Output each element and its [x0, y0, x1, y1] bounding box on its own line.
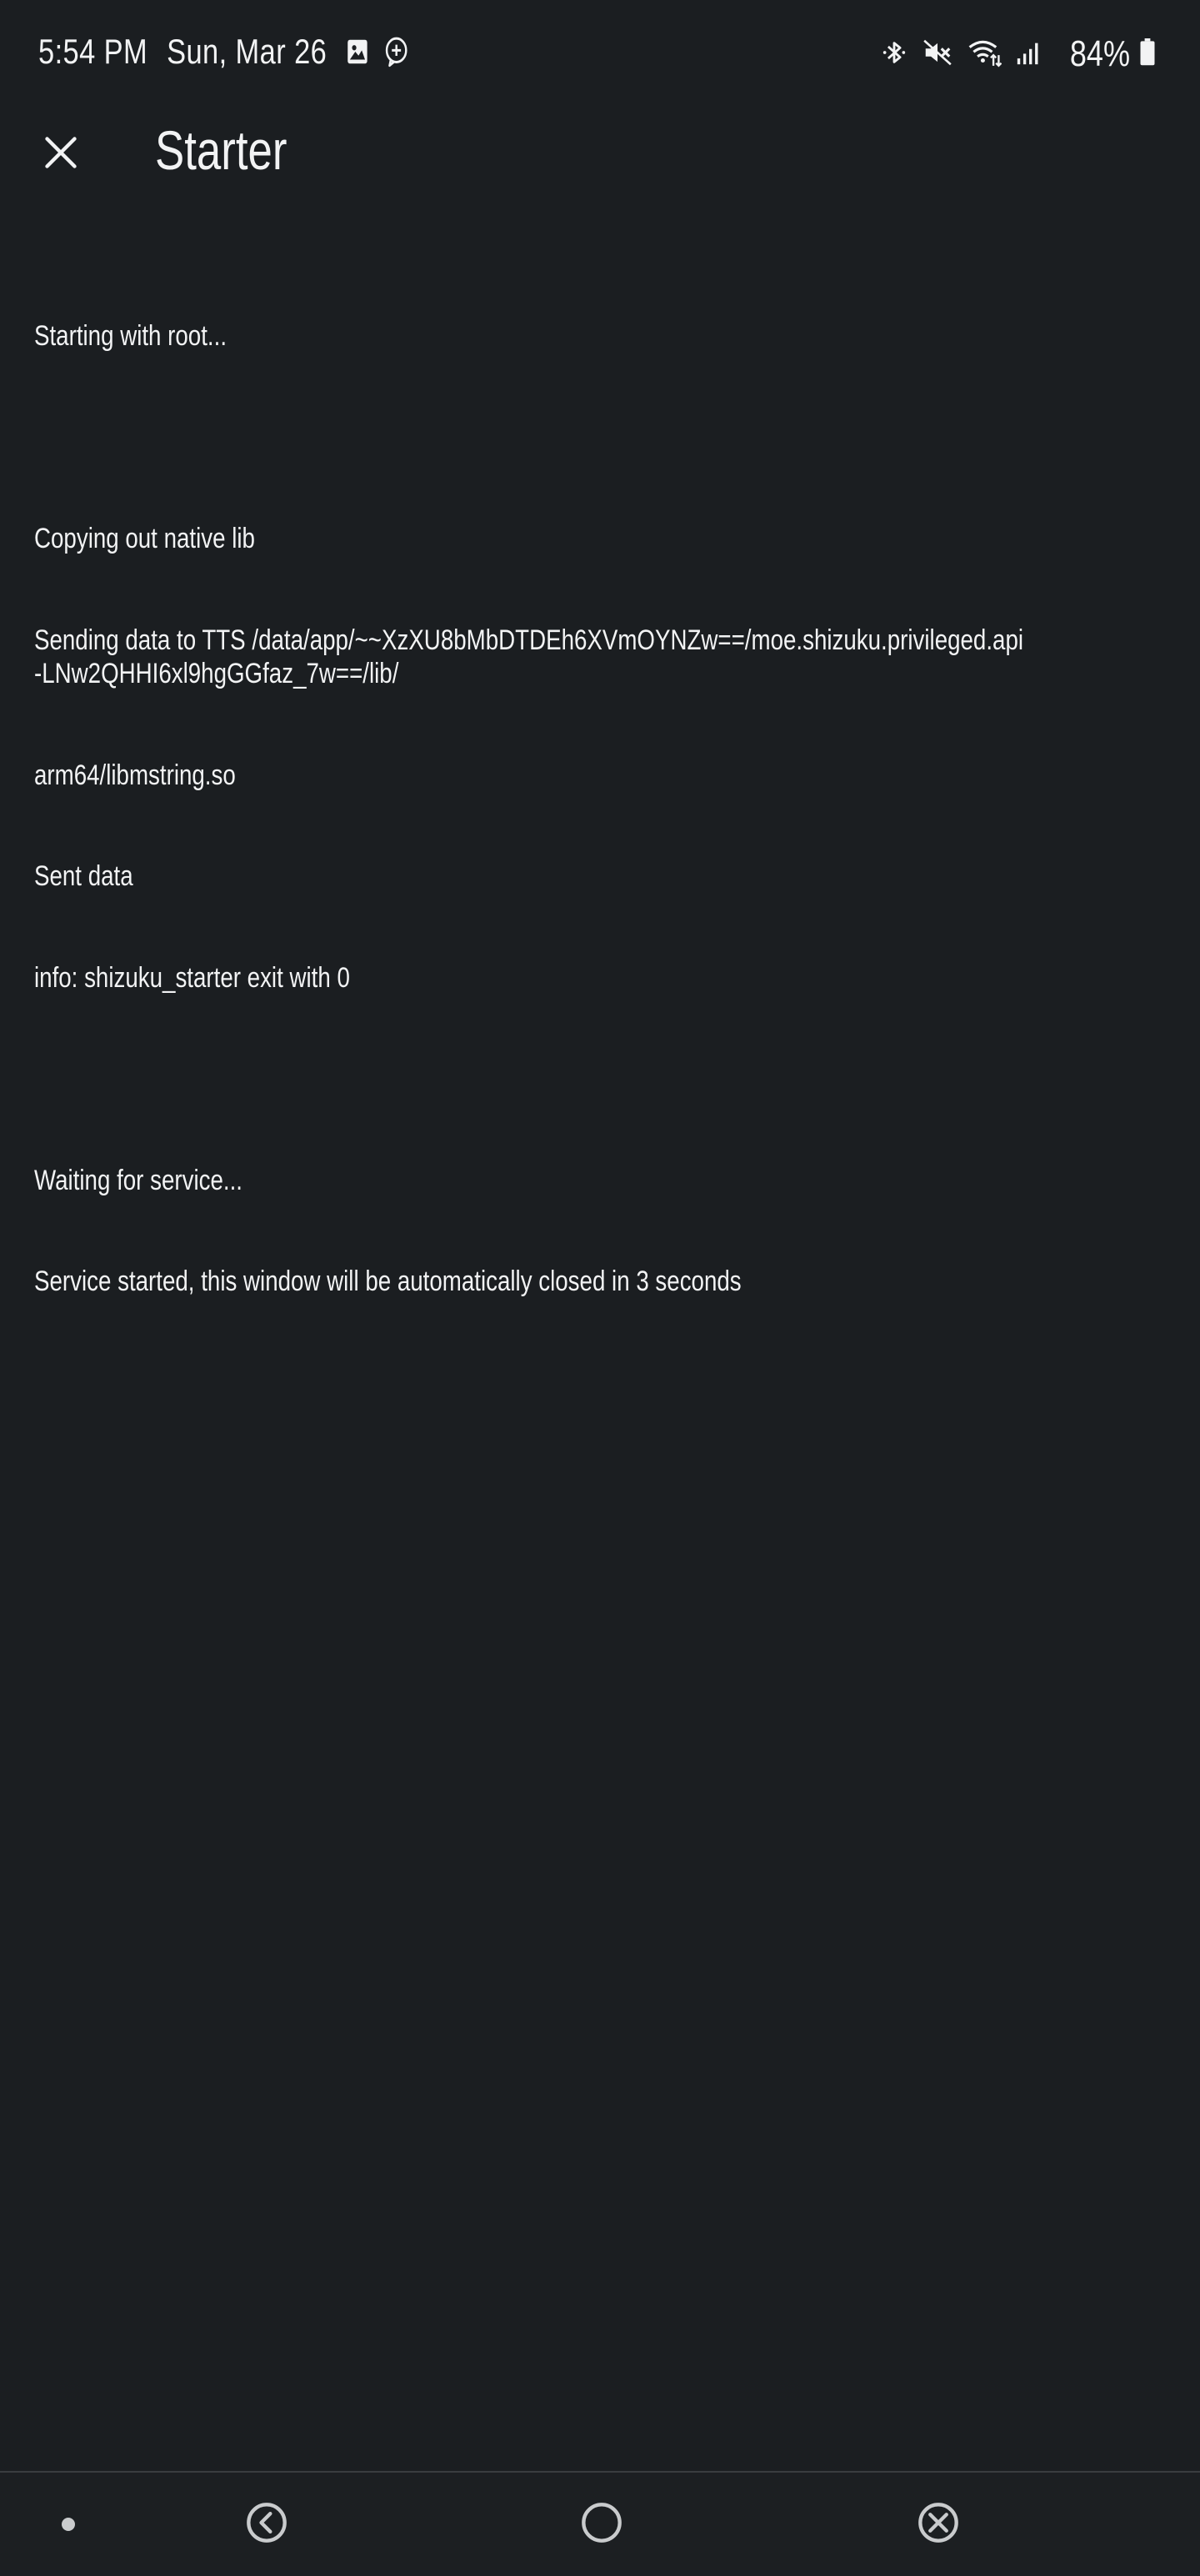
page-title: Starter	[155, 119, 288, 181]
chat-plus-icon	[382, 35, 410, 68]
app-bar: Starter	[0, 107, 1200, 197]
log-line: Waiting for service...	[34, 1164, 242, 1196]
log-line: Service started, this window will be aut…	[34, 1265, 742, 1297]
status-right: 84%	[880, 33, 1157, 75]
bluetooth-icon	[880, 37, 908, 73]
close-circle-icon	[918, 2503, 958, 2543]
status-time: 5:54 PM	[38, 32, 148, 71]
log-line: Starting with root...	[34, 320, 228, 352]
status-bar: 5:54 PM Sun, Mar 26 84%	[0, 0, 1200, 107]
close-icon	[45, 137, 77, 168]
status-left: 5:54 PM Sun, Mar 26	[38, 32, 410, 72]
image-icon	[345, 36, 371, 68]
log-output: Starting with root... Copying out native…	[34, 252, 1026, 1332]
navigation-bar	[0, 2471, 1200, 2576]
log-line: info: shizuku_starter exit with 0	[34, 961, 350, 994]
log-line: Sent data	[34, 860, 133, 892]
home-button[interactable]	[578, 2499, 625, 2546]
log-line: Copying out native lib	[34, 523, 255, 554]
dot-icon[interactable]	[62, 2518, 75, 2531]
log-line: Sending data to TTS /data/app/~~XzXU8bMb…	[34, 624, 1024, 690]
close-app-button[interactable]	[915, 2499, 962, 2546]
home-icon	[582, 2503, 622, 2543]
mute-icon	[922, 37, 953, 73]
battery-percent: 84%	[1069, 33, 1130, 74]
close-button[interactable]	[32, 123, 90, 182]
back-icon	[247, 2503, 287, 2543]
wifi-icon	[967, 37, 1002, 73]
status-date: Sun, Mar 26	[167, 32, 328, 71]
log-line: arm64/libmstring.so	[34, 759, 236, 791]
battery-icon	[1138, 38, 1157, 71]
back-button[interactable]	[243, 2499, 290, 2546]
signal-icon	[1015, 38, 1043, 71]
